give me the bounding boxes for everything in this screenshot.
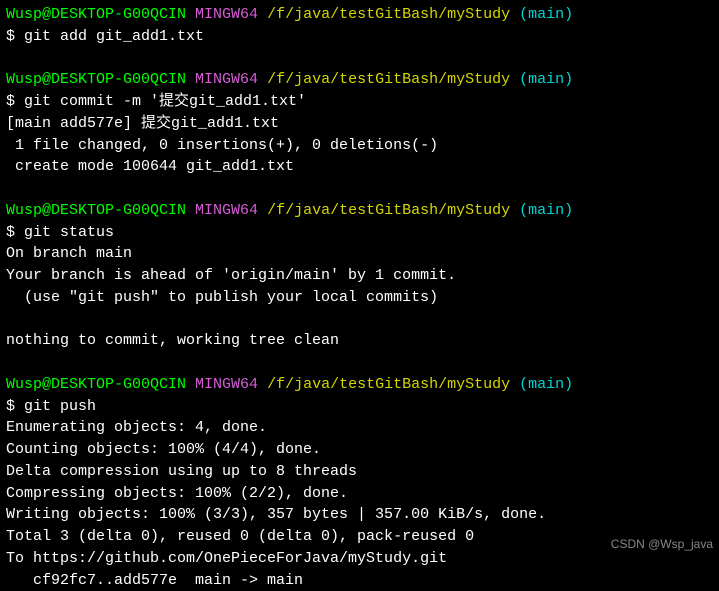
user-host: Wusp@DESKTOP-G00QCIN xyxy=(6,6,186,23)
watermark: CSDN @Wsp_java xyxy=(611,536,713,553)
blank-line xyxy=(6,178,713,200)
git-branch: (main) xyxy=(519,376,573,393)
cwd-path: /f/java/testGitBash/myStudy xyxy=(267,202,510,219)
git-branch: (main) xyxy=(519,71,573,88)
git-branch: (main) xyxy=(519,202,573,219)
output-line: [main add577e] 提交git_add1.txt xyxy=(6,113,713,135)
output-line: 1 file changed, 0 insertions(+), 0 delet… xyxy=(6,135,713,157)
user-host: Wusp@DESKTOP-G00QCIN xyxy=(6,202,186,219)
output-line: On branch main xyxy=(6,243,713,265)
prompt-line: Wusp@DESKTOP-G00QCIN MINGW64 /f/java/tes… xyxy=(6,69,713,91)
prompt-symbol: $ xyxy=(6,93,24,110)
cwd-path: /f/java/testGitBash/myStudy xyxy=(267,6,510,23)
git-branch: (main) xyxy=(519,6,573,23)
output-line: Compressing objects: 100% (2/2), done. xyxy=(6,483,713,505)
output-line: Delta compression using up to 8 threads xyxy=(6,461,713,483)
command-line[interactable]: $ git commit -m '提交git_add1.txt' xyxy=(6,91,713,113)
command-line[interactable]: $ git status xyxy=(6,222,713,244)
output-line: nothing to commit, working tree clean xyxy=(6,330,713,352)
prompt-symbol: $ xyxy=(6,224,24,241)
command-text: git commit -m '提交git_add1.txt' xyxy=(24,93,306,110)
blank-line xyxy=(6,309,713,331)
output-line: Counting objects: 100% (4/4), done. xyxy=(6,439,713,461)
mingw-label: MINGW64 xyxy=(195,71,258,88)
cwd-path: /f/java/testGitBash/myStudy xyxy=(267,71,510,88)
user-host: Wusp@DESKTOP-G00QCIN xyxy=(6,376,186,393)
command-line[interactable]: $ git add git_add1.txt xyxy=(6,26,713,48)
mingw-label: MINGW64 xyxy=(195,202,258,219)
command-text: git add git_add1.txt xyxy=(24,28,204,45)
blank-line xyxy=(6,48,713,70)
output-line: Enumerating objects: 4, done. xyxy=(6,417,713,439)
output-line: Writing objects: 100% (3/3), 357 bytes |… xyxy=(6,504,713,526)
output-line: cf92fc7..add577e main -> main xyxy=(6,570,713,591)
command-text: git status xyxy=(24,224,114,241)
user-host: Wusp@DESKTOP-G00QCIN xyxy=(6,71,186,88)
command-line[interactable]: $ git push xyxy=(6,396,713,418)
mingw-label: MINGW64 xyxy=(195,376,258,393)
output-line: (use "git push" to publish your local co… xyxy=(6,287,713,309)
output-line: Total 3 (delta 0), reused 0 (delta 0), p… xyxy=(6,526,713,548)
command-text: git push xyxy=(24,398,96,415)
output-line: Your branch is ahead of 'origin/main' by… xyxy=(6,265,713,287)
mingw-label: MINGW64 xyxy=(195,6,258,23)
prompt-symbol: $ xyxy=(6,28,24,45)
prompt-line: Wusp@DESKTOP-G00QCIN MINGW64 /f/java/tes… xyxy=(6,4,713,26)
output-line: create mode 100644 git_add1.txt xyxy=(6,156,713,178)
blank-line xyxy=(6,352,713,374)
output-line: To https://github.com/OnePieceForJava/my… xyxy=(6,548,713,570)
cwd-path: /f/java/testGitBash/myStudy xyxy=(267,376,510,393)
prompt-symbol: $ xyxy=(6,398,24,415)
prompt-line: Wusp@DESKTOP-G00QCIN MINGW64 /f/java/tes… xyxy=(6,200,713,222)
prompt-line: Wusp@DESKTOP-G00QCIN MINGW64 /f/java/tes… xyxy=(6,374,713,396)
